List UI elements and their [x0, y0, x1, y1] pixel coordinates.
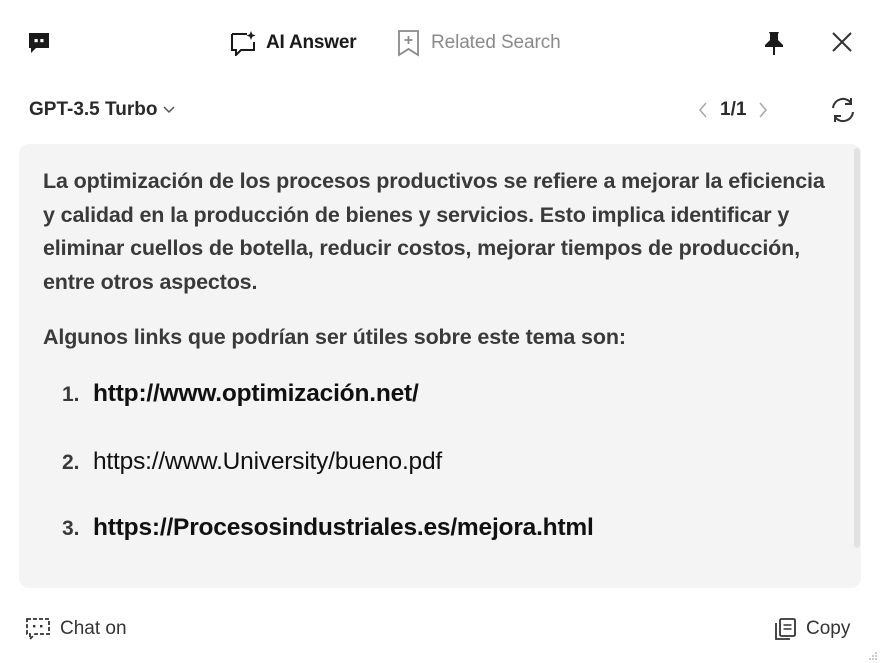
chevron-left-icon[interactable] [698, 102, 708, 118]
related-search-icon [398, 30, 419, 57]
copy-label: Copy [806, 618, 851, 639]
link-optimizacion[interactable]: http://www.optimización.net/ [93, 380, 419, 408]
list-number: 2. [62, 451, 80, 474]
tab-ai-answer-label: AI Answer [266, 31, 357, 53]
copy-icon [775, 618, 796, 640]
chat-icon [26, 618, 50, 641]
chat-on-label: Chat on [60, 618, 127, 639]
refresh-icon[interactable] [829, 96, 857, 124]
top-bar: AI Answer Related Search [0, 0, 880, 80]
list-item: 2. https://www.University/bueno.pdf [62, 448, 442, 476]
tab-ai-answer[interactable]: AI Answer [229, 29, 357, 56]
pager: 1/1 [698, 99, 768, 121]
pager-count: 1/1 [720, 99, 747, 120]
list-item: 1. http://www.optimización.net/ [62, 380, 419, 408]
model-selector[interactable]: GPT-3.5 Turbo [29, 99, 175, 121]
ai-answer-icon [231, 31, 256, 56]
close-icon[interactable] [831, 31, 853, 53]
tab-related-search[interactable]: Related Search [397, 29, 561, 57]
list-number: 3. [62, 517, 80, 540]
answer-paragraph: La optimización de los procesos producti… [43, 169, 825, 294]
tab-related-search-label: Related Search [431, 32, 561, 53]
list-item: 3. https://Procesosindustriales.es/mejor… [62, 514, 594, 542]
model-row: GPT-3.5 Turbo 1/1 [0, 90, 880, 130]
resize-grip-icon[interactable] [868, 651, 878, 661]
chat-on-button[interactable]: Chat on [25, 617, 127, 641]
chevron-down-icon [163, 106, 175, 114]
list-number: 1. [62, 383, 80, 406]
pin-icon[interactable] [762, 30, 786, 56]
scrollbar[interactable] [854, 148, 860, 548]
link-university[interactable]: https://www.University/bueno.pdf [93, 448, 442, 476]
answer-intro: Algunos links que podrían ser útiles sob… [43, 325, 626, 349]
link-procesos[interactable]: https://Procesosindustriales.es/mejora.h… [93, 514, 594, 542]
model-label: GPT-3.5 Turbo [29, 99, 158, 120]
chevron-right-icon[interactable] [758, 102, 768, 118]
app-logo-icon[interactable] [26, 30, 52, 56]
copy-button[interactable]: Copy [773, 617, 850, 641]
